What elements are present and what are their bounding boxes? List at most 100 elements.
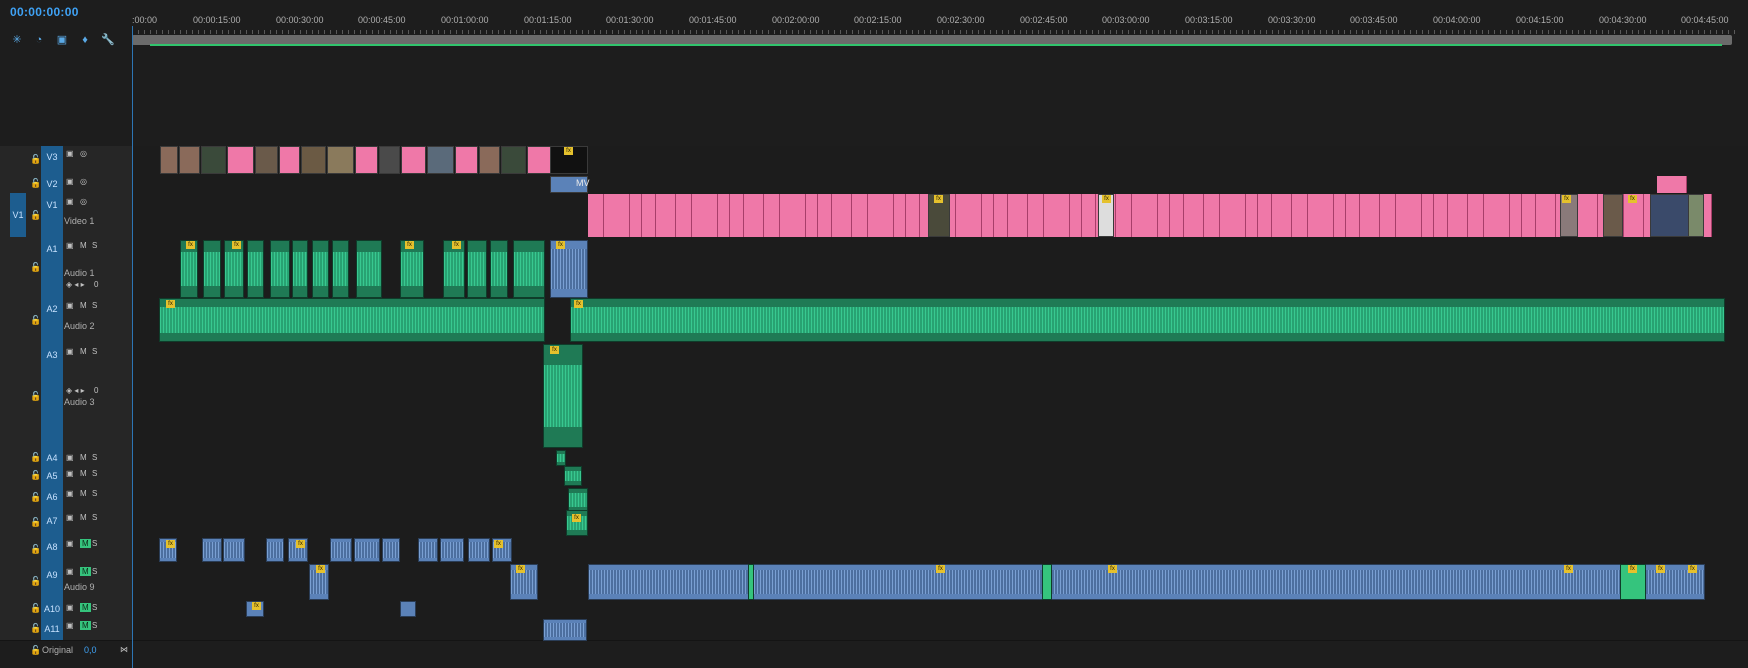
video-clip[interactable] [656,194,676,237]
video-clip[interactable] [1657,176,1687,193]
output-toggle-icon[interactable]: ▣ [66,149,74,158]
video-clip[interactable] [676,194,692,237]
audio-clip[interactable] [223,538,245,562]
audio-clip[interactable] [568,488,588,512]
audio-clip[interactable] [292,240,308,298]
video-clip[interactable] [179,146,200,174]
track-target-a7[interactable]: A7 [41,510,63,536]
track-target-a3[interactable]: A3 [41,344,63,450]
video-clip[interactable] [1272,194,1292,237]
output-toggle-icon[interactable]: ▣ [66,469,74,478]
original-value[interactable]: 0,0 [84,645,97,655]
video-clip[interactable] [227,146,254,174]
track-target-a9[interactable]: A9 [41,564,63,600]
audio-clip[interactable] [382,538,400,562]
audio-clip[interactable] [748,564,754,600]
video-clip[interactable] [355,146,378,174]
audio-clip[interactable] [440,538,464,562]
video-clip[interactable] [982,194,994,237]
track-target-a8[interactable]: A8 [41,536,63,564]
solo-button[interactable]: S [92,489,97,498]
volume-readout[interactable]: 0 [94,280,98,289]
lock-icon[interactable]: 🔓 [30,492,41,502]
output-toggle-icon[interactable]: ▣ [66,347,74,356]
fit-icon[interactable]: ⋈ [120,645,128,654]
solo-button[interactable]: S [92,603,97,612]
output-toggle-icon[interactable]: ▣ [66,301,74,310]
video-clip[interactable] [956,194,982,237]
video-clip[interactable] [1468,194,1484,237]
audio-clip[interactable] [1042,564,1052,600]
audio-clip[interactable] [159,298,545,342]
mute-button[interactable]: M [80,567,91,576]
output-toggle-icon[interactable]: ▣ [66,513,74,522]
output-toggle-icon[interactable]: ▣ [66,539,74,548]
lock-icon[interactable]: 🔓 [30,262,41,272]
track-target-a5[interactable]: A5 [41,466,63,486]
video-clip[interactable] [994,194,1008,237]
video-clip[interactable] [201,146,226,174]
video-clip[interactable] [279,146,300,174]
video-clip[interactable] [1158,194,1170,237]
audio-clip[interactable] [330,538,352,562]
video-clip[interactable] [1008,194,1028,237]
video-clip[interactable] [906,194,920,237]
audio-clip[interactable] [270,240,290,298]
solo-button[interactable]: S [92,567,97,576]
lock-icon[interactable]: 🔓 [30,154,41,164]
playhead-timecode[interactable]: 00:00:00:00 [10,5,79,19]
audio-clip[interactable] [356,240,382,298]
playhead-line[interactable] [132,26,133,668]
video-clip[interactable] [501,146,526,174]
video-clip[interactable] [1380,194,1396,237]
video-clip[interactable] [427,146,454,174]
audio-clip[interactable] [312,240,329,298]
track-target-v1[interactable]: V1 [41,194,63,238]
eye-icon[interactable]: ◎ [80,149,87,158]
audio-clip[interactable] [513,240,545,298]
video-clip[interactable] [1308,194,1334,237]
audio-clip[interactable] [564,466,582,486]
video-clip[interactable] [1536,194,1556,237]
mute-button[interactable]: M [80,539,91,548]
video-clip[interactable] [1044,194,1070,237]
video-clip[interactable] [1028,194,1044,237]
lock-icon[interactable]: 🔓 [30,470,41,480]
video-clip[interactable] [868,194,894,237]
video-clip[interactable] [160,146,178,174]
solo-button[interactable]: S [92,241,97,250]
add-marker-icon[interactable]: ▣ [55,33,69,47]
lock-icon[interactable]: 🔓 [30,210,41,220]
audio-clip[interactable] [400,601,416,617]
audio-clip[interactable] [247,240,264,298]
solo-button[interactable]: S [92,621,97,630]
video-clip[interactable] [479,146,500,174]
video-clip[interactable] [1220,194,1246,237]
video-clip[interactable] [1422,194,1434,237]
solo-button[interactable]: S [92,347,97,356]
video-clip[interactable] [455,146,478,174]
mute-button[interactable]: M [80,241,87,250]
video-clip[interactable] [642,194,656,237]
track-target-v2[interactable]: V2 [41,174,63,194]
lock-icon[interactable]: 🔓 [30,517,41,527]
video-clip[interactable] [818,194,832,237]
video-clip[interactable] [1510,194,1522,237]
audio-clip[interactable] [490,240,508,298]
video-clip[interactable] [1132,194,1158,237]
video-clip[interactable] [1082,194,1096,237]
video-clip[interactable] [852,194,868,237]
lock-icon[interactable]: 🔓 [30,623,41,633]
output-toggle-icon[interactable]: ▣ [66,177,74,186]
mute-button[interactable]: M [80,301,87,310]
audio-clip[interactable] [468,538,490,562]
output-toggle-icon[interactable]: ▣ [66,603,74,612]
track-target-v3[interactable]: V3 [41,146,63,174]
video-clip[interactable] [1650,194,1690,237]
video-clip[interactable] [630,194,642,237]
audio-clip[interactable] [588,564,1705,600]
output-toggle-icon[interactable]: ▣ [66,453,74,462]
eye-icon[interactable]: ◎ [80,177,87,186]
solo-button[interactable]: S [92,469,97,478]
track-target-a1[interactable]: A1 [41,238,63,298]
